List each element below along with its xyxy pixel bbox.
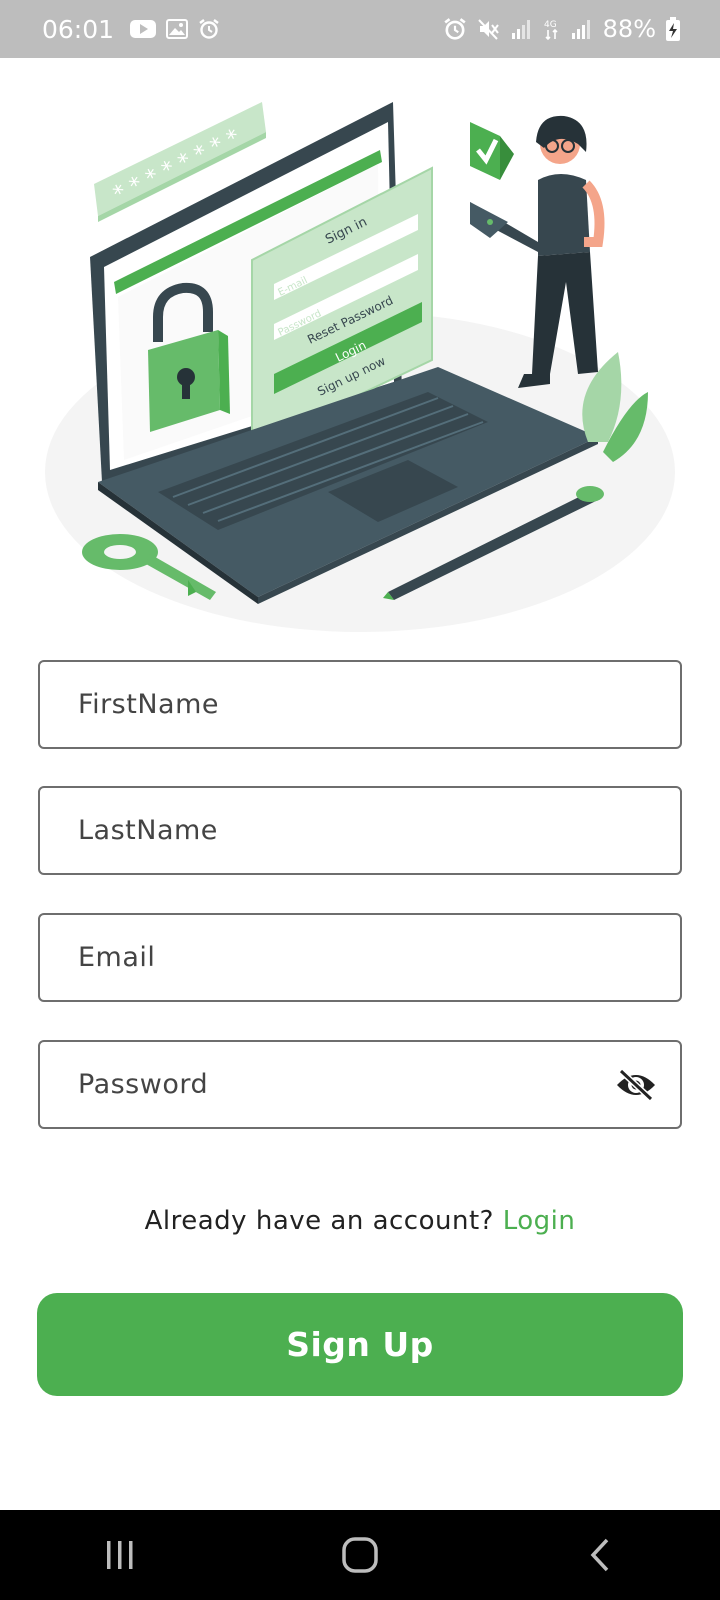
security-illustration: * * * * * * * * Sign in E-mail Password …	[45, 102, 675, 632]
login-link[interactable]: Login	[503, 1206, 576, 1236]
hero-illustration: * * * * * * * * Sign in E-mail Password …	[38, 92, 682, 648]
back-icon[interactable]	[560, 1525, 640, 1585]
email-field[interactable]	[38, 913, 682, 1002]
gallery-icon	[166, 19, 189, 39]
login-prompt-text: Already have an account?	[144, 1206, 503, 1236]
system-nav-bar	[0, 1510, 720, 1600]
mute-icon	[477, 17, 501, 41]
battery-percentage: 88%	[602, 15, 656, 43]
status-time: 06:01	[42, 14, 115, 44]
youtube-icon	[130, 19, 157, 39]
status-bar: 06:01 4G 88%	[0, 0, 720, 58]
status-bar-left: 06:01	[42, 15, 220, 44]
first-name-input[interactable]	[76, 688, 644, 721]
4g-signal-icon: 4G	[543, 17, 561, 41]
signal-icon	[511, 18, 533, 40]
status-bar-right: 4G 88%	[443, 15, 680, 43]
password-input[interactable]	[76, 1068, 644, 1101]
password-field[interactable]	[38, 1040, 682, 1129]
checkmark-badge-illustration	[470, 122, 514, 180]
login-prompt: Already have an account? Login	[0, 1206, 720, 1236]
last-name-field[interactable]	[38, 786, 682, 875]
alarm-icon	[443, 17, 467, 41]
email-input[interactable]	[76, 941, 644, 974]
svg-text:4G: 4G	[544, 20, 557, 30]
home-icon[interactable]	[320, 1525, 400, 1585]
recent-apps-icon[interactable]	[80, 1525, 160, 1585]
sign-up-button[interactable]: Sign Up	[37, 1293, 683, 1396]
eye-off-icon[interactable]	[614, 1063, 658, 1107]
last-name-input[interactable]	[76, 814, 644, 847]
battery-charging-icon	[666, 17, 680, 41]
signal-icon	[571, 18, 593, 40]
first-name-field[interactable]	[38, 660, 682, 749]
alarm-icon	[198, 18, 220, 40]
